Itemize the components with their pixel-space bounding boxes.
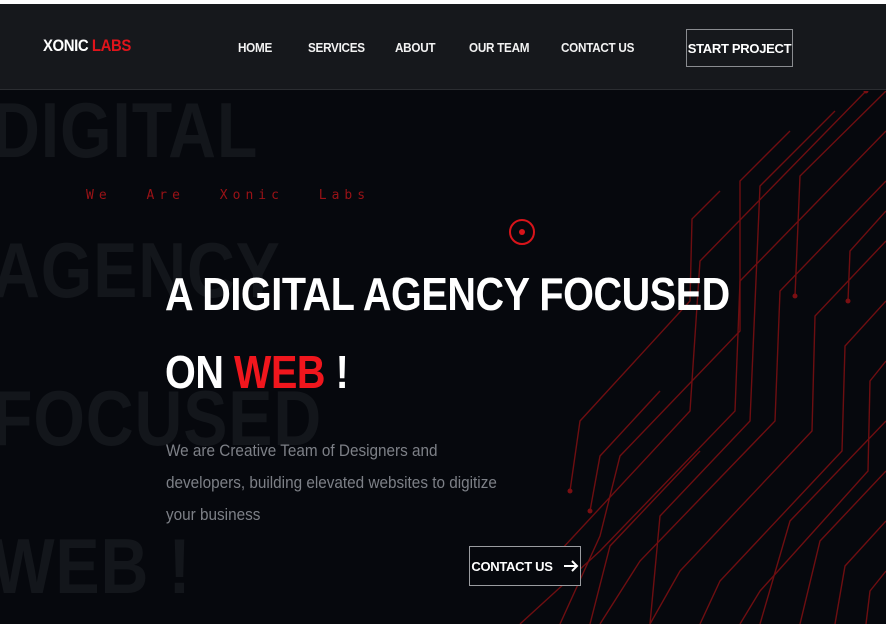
nav-about[interactable]: ABOUT	[395, 40, 436, 55]
hero-eyebrow: We Are Xonic Labs	[86, 188, 371, 203]
headline-highlight: WEB	[234, 346, 326, 398]
contact-us-button[interactable]: CONTACT US	[469, 546, 581, 586]
headline-suffix: !	[335, 346, 349, 398]
nav-services[interactable]: SERVICES	[308, 40, 365, 55]
nav-our-team[interactable]: OUR TEAM	[469, 40, 530, 55]
headline-prefix: ON	[165, 346, 224, 398]
nav-home[interactable]: HOME	[238, 40, 272, 55]
hero-description: We are Creative Team of Designers and de…	[166, 441, 497, 524]
arrow-right-icon	[563, 560, 579, 572]
circuit-lines-decoration	[519, 91, 886, 624]
contact-us-label: CONTACT US	[471, 558, 553, 574]
start-project-button[interactable]: START PROJECT	[686, 29, 793, 67]
target-icon	[509, 219, 535, 245]
hero-headline-line2: ON WEB !	[165, 345, 349, 399]
hero-headline-line1: A DIGITAL AGENCY FOCUSED	[165, 268, 730, 320]
navbar: XONIC LABS HOME SERVICES ABOUT OUR TEAM …	[0, 4, 886, 90]
hero-section: DIGITAL AGENCY FOCUSED WEB ! We Are Xoni…	[0, 91, 886, 624]
nav-contact-us[interactable]: CONTACT US	[561, 40, 634, 55]
